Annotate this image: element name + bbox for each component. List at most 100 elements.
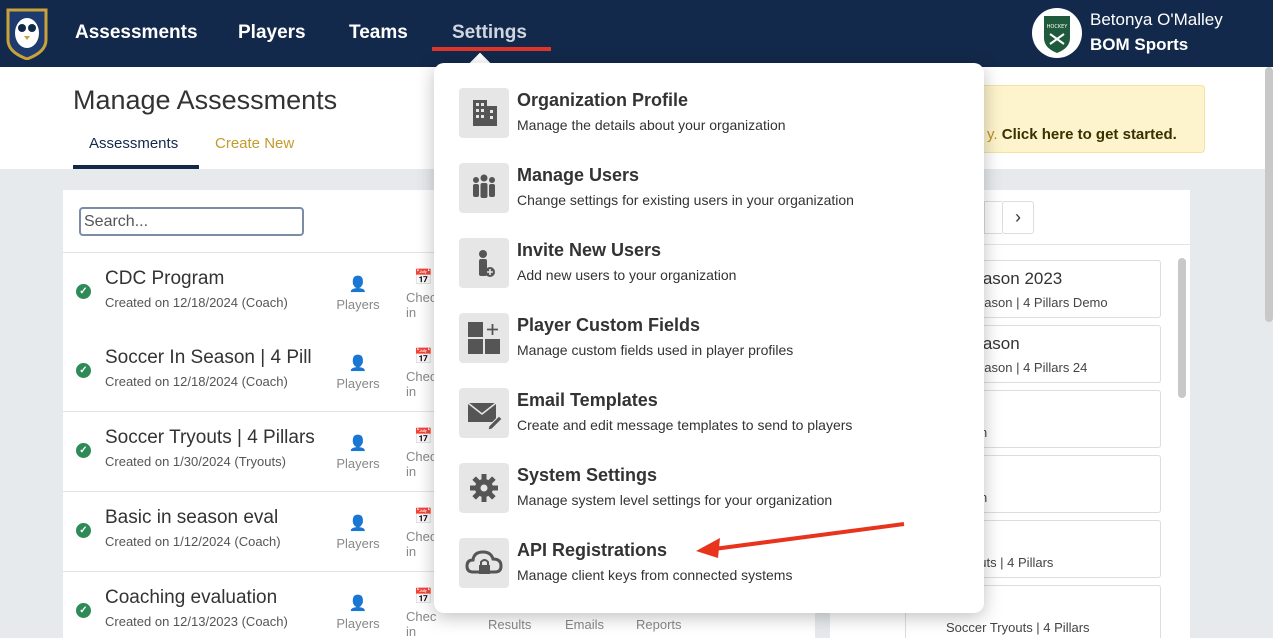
- assessment-created: Created on 1/30/2024 (Tryouts): [105, 454, 286, 469]
- owl-logo-icon[interactable]: [6, 6, 48, 60]
- players-label: Players: [336, 456, 380, 471]
- assessment-title[interactable]: Basic in season eval: [105, 507, 323, 529]
- avatar[interactable]: HOCKEY: [1032, 8, 1082, 58]
- menu-desc: Add new users to your organization: [517, 267, 737, 283]
- nav-teams[interactable]: Teams: [349, 22, 408, 44]
- menu-desc: Manage system level settings for your or…: [517, 492, 833, 508]
- checkin-label: Check-in: [406, 369, 436, 399]
- recent-card-sub: Soccer Tryouts | 4 Pillars: [946, 620, 1090, 635]
- annotation-arrow-icon: [696, 522, 905, 558]
- assessment-created: Created on 12/18/2024 (Coach): [105, 295, 288, 310]
- checkin-stat[interactable]: 📅 Check-in: [406, 427, 436, 479]
- check-circle-icon: ✓: [76, 443, 91, 458]
- menu-title: API Registrations: [517, 540, 668, 560]
- tab-assessments[interactable]: Assessments: [89, 135, 178, 152]
- menu-desc: Manage client keys from connected system…: [517, 567, 793, 583]
- calendar-icon: 📅: [414, 508, 433, 525]
- reports-stat[interactable]: Reports: [636, 617, 682, 632]
- hockey-crest-icon: HOCKEY: [1044, 16, 1070, 53]
- assessment-created: Created on 12/18/2024 (Coach): [105, 374, 288, 389]
- assessment-created: Created on 12/13/2023 (Coach): [105, 614, 288, 629]
- menu-email-templates[interactable]: Email Templates Create and edit message …: [459, 388, 959, 440]
- user-name[interactable]: Betonya O'Malley: [1090, 10, 1223, 30]
- menu-title: Organization Profile: [517, 90, 689, 110]
- assessment-title[interactable]: Coaching evaluation: [105, 587, 323, 609]
- user-plus-icon: 👤: [348, 276, 368, 293]
- menu-desc: Create and edit message templates to sen…: [517, 417, 853, 433]
- building-icon: [459, 88, 509, 138]
- emails-stat[interactable]: Emails: [565, 617, 604, 632]
- banner-text: y. Click here to get started.: [987, 126, 1177, 143]
- cloud-lock-icon: [459, 538, 509, 588]
- results-stat[interactable]: Results: [488, 617, 531, 632]
- calendar-icon: 📅: [414, 428, 433, 445]
- user-plus-icon: 👤: [348, 355, 368, 372]
- search-input[interactable]: [79, 207, 304, 236]
- tab-create-new[interactable]: Create New: [215, 135, 294, 152]
- menu-invite-new-users[interactable]: Invite New Users Add new users to your o…: [459, 238, 959, 290]
- assessment-created: Created on 1/12/2024 (Coach): [105, 534, 281, 549]
- check-circle-icon: ✓: [76, 523, 91, 538]
- check-circle-icon: ✓: [76, 603, 91, 618]
- check-circle-icon: ✓: [76, 284, 91, 299]
- menu-title: Player Custom Fields: [517, 315, 701, 335]
- nav-players[interactable]: Players: [238, 22, 306, 44]
- menu-organization-profile[interactable]: Organization Profile Manage the details …: [459, 88, 959, 140]
- menu-desc: Manage the details about your organizati…: [517, 117, 786, 133]
- menu-title: Email Templates: [517, 390, 658, 410]
- checkin-stat[interactable]: 📅 Check-in: [406, 268, 436, 320]
- envelope-edit-icon: [459, 388, 509, 438]
- checkin-stat[interactable]: 📅 Check-in: [406, 347, 436, 399]
- getting-started-banner: y. Click here to get started.: [960, 85, 1205, 153]
- players-label: Players: [336, 376, 380, 391]
- menu-player-custom-fields[interactable]: Player Custom Fields Manage custom field…: [459, 313, 959, 365]
- players-label: Players: [336, 616, 380, 631]
- players-stat[interactable]: 👤 Players: [328, 354, 388, 391]
- custom-fields-icon: [459, 313, 509, 363]
- user-plus-icon: 👤: [348, 515, 368, 532]
- get-started-link[interactable]: Click here to get started.: [1002, 126, 1177, 143]
- users-icon: [459, 163, 509, 213]
- assessment-title[interactable]: CDC Program: [105, 268, 323, 290]
- user-plus-icon: [459, 238, 509, 288]
- menu-system-settings[interactable]: System Settings Manage system level sett…: [459, 463, 959, 515]
- menu-title: Manage Users: [517, 165, 640, 185]
- check-circle-icon: ✓: [76, 363, 91, 378]
- calendar-icon: 📅: [414, 588, 433, 605]
- nav-assessments[interactable]: Assessments: [75, 22, 198, 44]
- tab-active-underline: [73, 165, 199, 169]
- recent-scrollbar[interactable]: [1178, 258, 1186, 398]
- calendar-icon: 📅: [414, 348, 433, 365]
- assessment-title[interactable]: Soccer In Season | 4 Pill: [105, 347, 323, 369]
- checkin-label: Check-in: [406, 449, 436, 479]
- assessment-title[interactable]: Soccer Tryouts | 4 Pillars: [105, 427, 323, 449]
- menu-manage-users[interactable]: Manage Users Change settings for existin…: [459, 163, 959, 215]
- nav-settings[interactable]: Settings: [452, 22, 527, 44]
- page-title: Manage Assessments: [73, 85, 338, 115]
- checkin-label: Check-in: [406, 290, 436, 320]
- menu-title: Invite New Users: [517, 240, 662, 260]
- players-stat[interactable]: 👤 Players: [328, 514, 388, 551]
- checkin-label: Check-in: [406, 529, 436, 559]
- checkin-stat[interactable]: 📅 Check-in: [406, 587, 436, 638]
- menu-desc: Manage custom fields used in player prof…: [517, 342, 794, 358]
- players-label: Players: [336, 297, 380, 312]
- menu-desc: Change settings for existing users in yo…: [517, 192, 854, 208]
- pager-next-button[interactable]: ›: [1002, 201, 1034, 234]
- calendar-icon: 📅: [414, 269, 433, 286]
- players-label: Players: [336, 536, 380, 551]
- page-scrollbar[interactable]: [1265, 67, 1273, 322]
- players-stat[interactable]: 👤 Players: [328, 594, 388, 631]
- user-plus-icon: 👤: [348, 595, 368, 612]
- players-stat[interactable]: 👤 Players: [328, 275, 388, 312]
- pager-prev-button[interactable]: [984, 201, 1002, 234]
- gear-icon: [459, 463, 509, 513]
- avatar-text: HOCKEY: [1047, 24, 1069, 30]
- org-name[interactable]: BOM Sports: [1090, 35, 1188, 55]
- nav-active-underline: [432, 47, 551, 51]
- banner-prefix: y.: [987, 126, 998, 143]
- players-stat[interactable]: 👤 Players: [328, 434, 388, 471]
- user-plus-icon: 👤: [348, 435, 368, 452]
- checkin-stat[interactable]: 📅 Check-in: [406, 507, 436, 559]
- checkin-label: Check-in: [406, 609, 436, 638]
